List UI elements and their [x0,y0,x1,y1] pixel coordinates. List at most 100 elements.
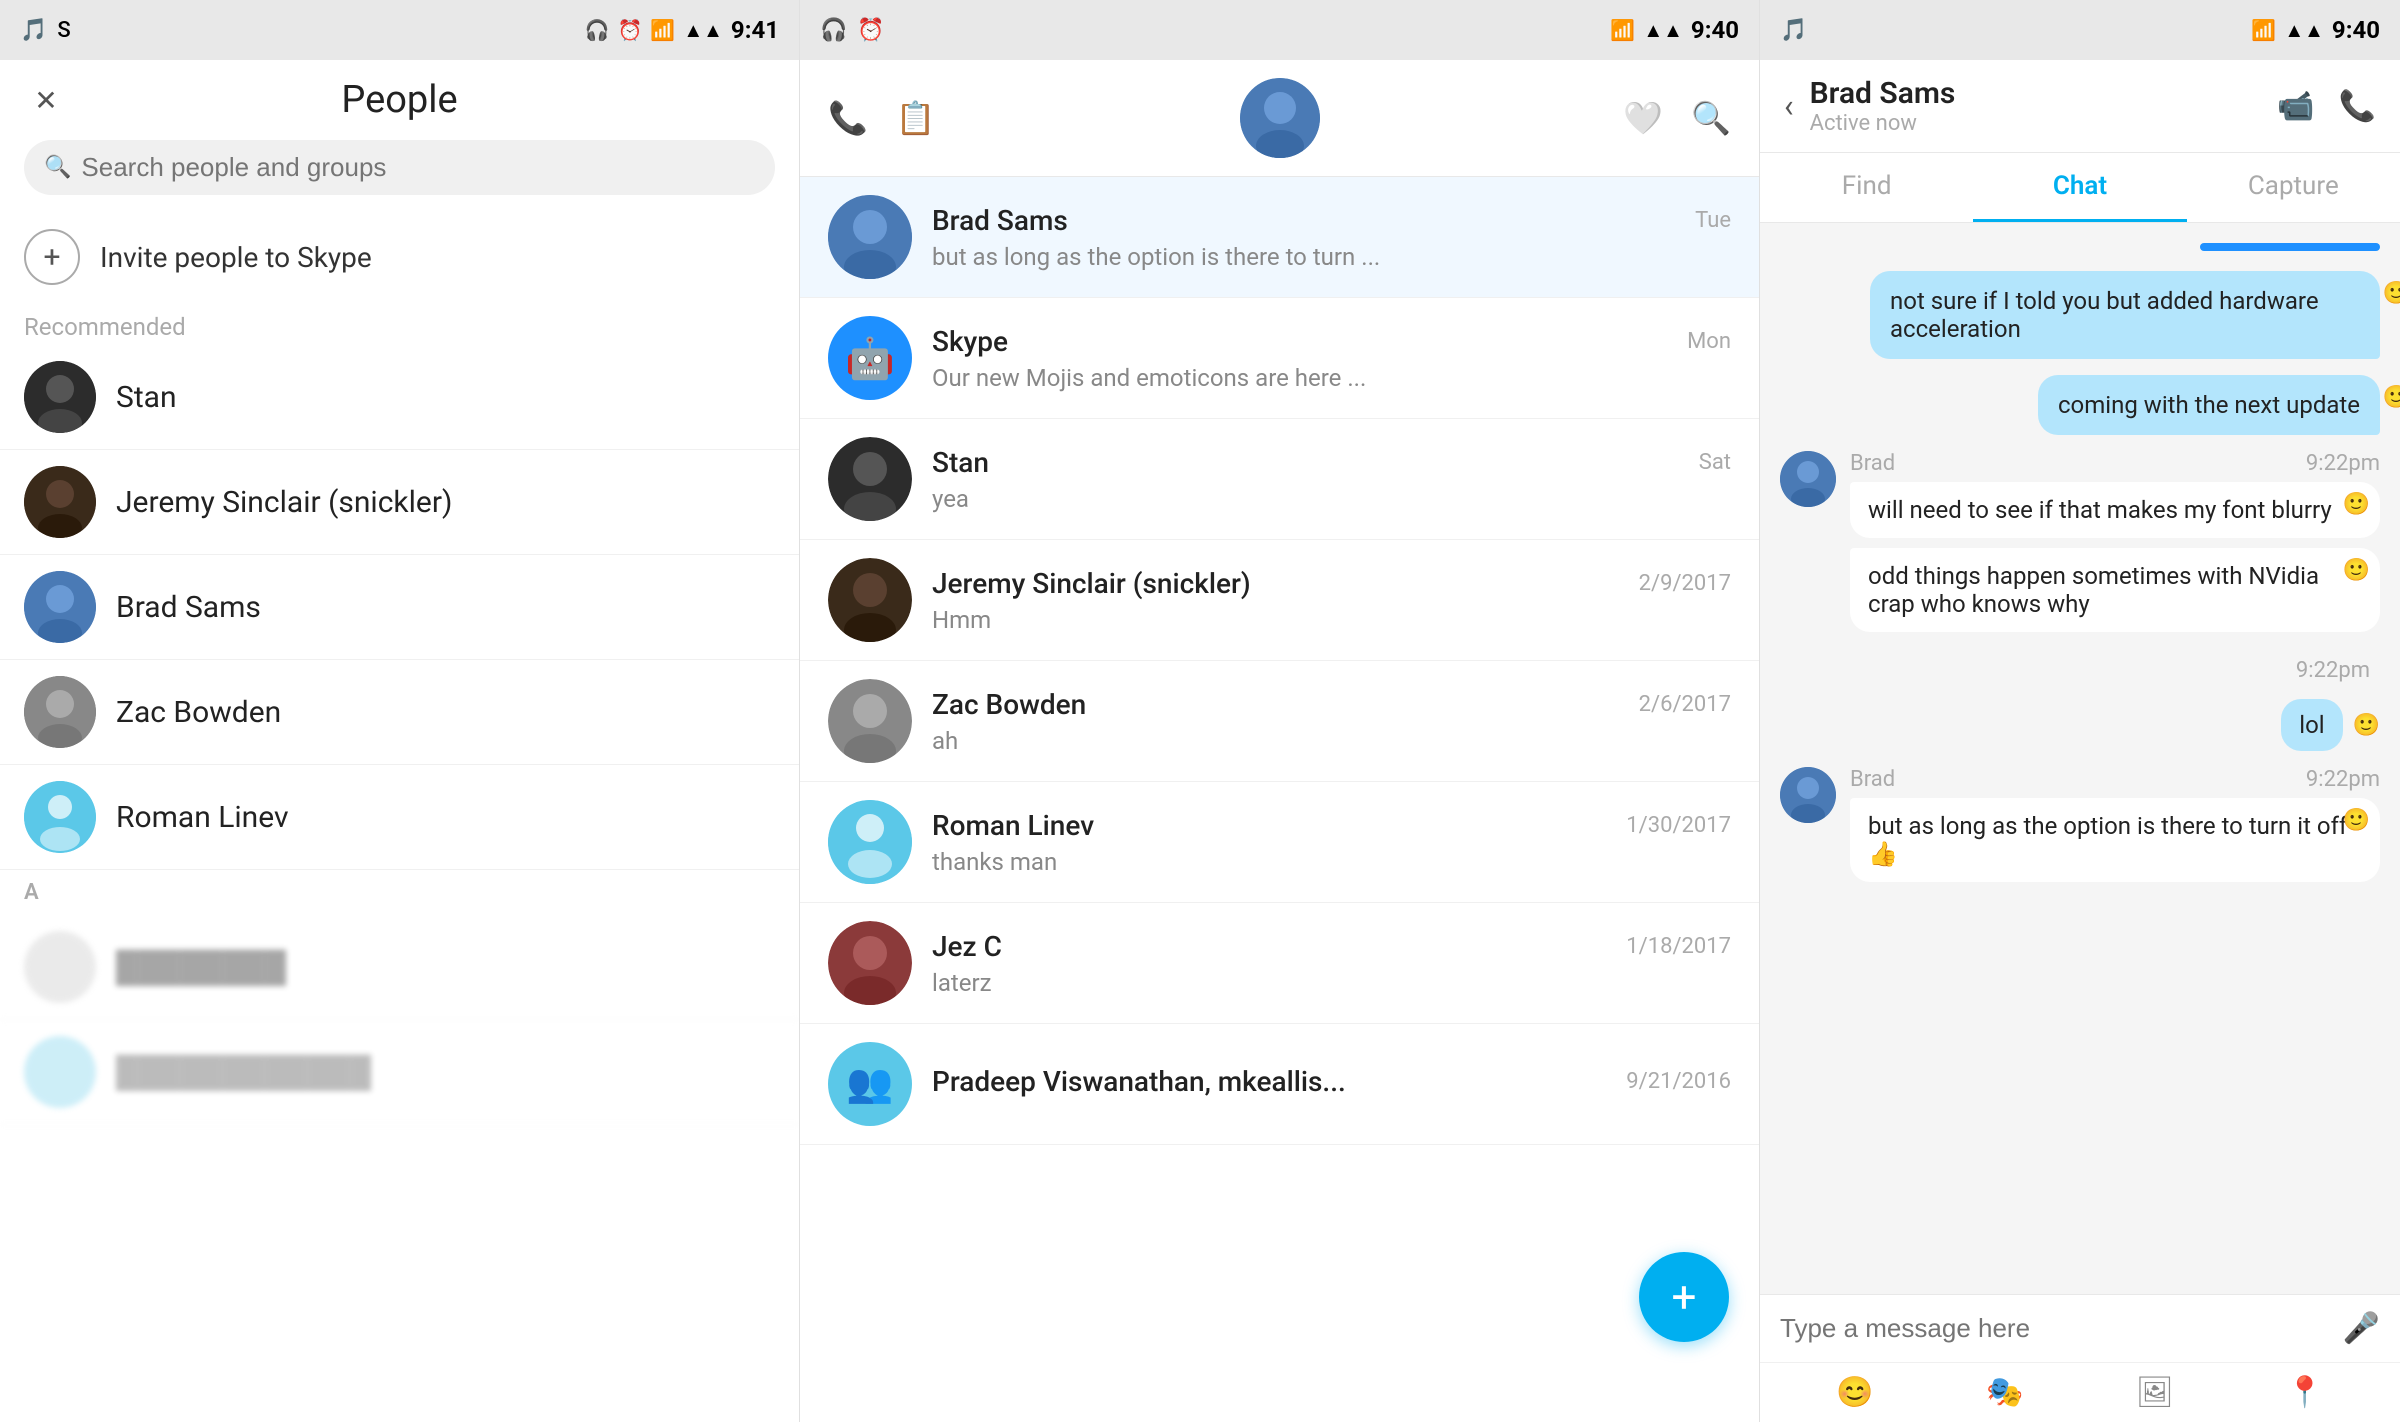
chat-item-zac[interactable]: Zac Bowden 2/6/2017 ah [800,661,1759,782]
chat-item-skype[interactable]: 🤖 Skype Mon Our new Mojis and emoticons … [800,298,1759,419]
moji-toolbar-icon[interactable]: 🎭 [1986,1375,2023,1410]
people-title: People [88,78,711,122]
call-icon[interactable]: 📞 [828,99,868,137]
contact-item-brad[interactable]: Brad Sams [0,555,799,660]
fab-button[interactable]: + [1639,1252,1729,1342]
recommended-label: Recommended [0,303,799,345]
spotify-icon-3: 🎵 [1780,18,1807,43]
chat-item-pradeep[interactable]: 👥 Pradeep Viswanathan, mkeallis... 9/21/… [800,1024,1759,1145]
wifi-icon-2: 📶 [1610,18,1635,42]
chat-messages: not sure if I told you but added hardwar… [1760,223,2400,1294]
reaction-icon-1[interactable]: 🙂 [2383,281,2400,306]
reaction-font[interactable]: 🙂 [2343,492,2370,517]
status-time-chat: 9:40 [2332,16,2380,44]
chatlist-header: 📞 📋 🤍 🔍 [800,60,1759,177]
video-icon[interactable]: 📹 [2277,89,2314,124]
chat-item-brad[interactable]: Brad Sams Tue but as long as the option … [800,177,1759,298]
contact-item-zac[interactable]: Zac Bowden [0,660,799,765]
chat-name-row-jezc: Jez C 1/18/2017 [932,930,1731,963]
reaction-icon-2[interactable]: 🙂 [2383,385,2400,410]
msg-bubble-option: but as long as the option is there to tu… [1850,798,2380,882]
chat-input-bar: 🎤 [1760,1294,2400,1362]
msg-text-font: will need to see if that makes my font b… [1868,496,2332,524]
chat-info-stan: Stan Sat yea [932,446,1731,513]
location-toolbar-icon[interactable]: 📍 [2286,1375,2323,1410]
chat-avatar-roman [828,800,912,884]
avatar-stan [24,361,96,433]
brad-avatar-msg-2 [1780,767,1836,823]
user-avatar-center[interactable] [1240,78,1320,158]
header-icons-right: 🤍 🔍 [1623,99,1731,137]
status-bar-people: 🎵 S 🎧 ⏰ 📶 ▲▲ 9:41 [0,0,799,60]
chat-item-jeremy[interactable]: Jeremy Sinclair (snickler) 2/9/2017 Hmm [800,540,1759,661]
msg-sent-lol: lol [2281,699,2342,751]
chat-item-roman[interactable]: Roman Linev 1/30/2017 thanks man [800,782,1759,903]
tab-find[interactable]: Find [1760,153,1973,222]
chat-time-brad: Tue [1695,208,1731,233]
contact-name-roman: Roman Linev [116,800,289,835]
msg-text-option: but as long as the option is there to tu… [1868,812,2347,868]
close-button[interactable]: ✕ [24,78,68,122]
section-a-label: A [0,870,799,915]
reaction-nvidia[interactable]: 🙂 [2343,558,2370,583]
chat-name-pradeep: Pradeep Viswanathan, mkeallis... [932,1065,1346,1098]
chat-name-jezc: Jez C [932,930,1002,963]
avatar-zac [24,676,96,748]
invite-row[interactable]: + Invite people to Skype [0,211,799,303]
search-input[interactable] [81,152,755,183]
search-icon-chat[interactable]: 🔍 [1691,99,1731,137]
contact-item-jeremy[interactable]: Jeremy Sinclair (snickler) [0,450,799,555]
contact-item-blurred-1[interactable]: ████████ [0,915,799,1020]
status-bar-left-2: 🎧 ⏰ [820,18,885,43]
contact-item-stan[interactable]: Stan [0,345,799,450]
chat-name-zac: Zac Bowden [932,688,1086,721]
contacts-icon[interactable]: 📋 [896,99,936,137]
back-button[interactable]: ‹ [1784,87,1794,125]
reaction-option[interactable]: 🙂 [2343,808,2370,833]
chat-name-row-brad: Brad Sams Tue [932,204,1731,237]
chat-item-stan[interactable]: Stan Sat yea [800,419,1759,540]
message-input[interactable] [1780,1313,2331,1344]
emoji-toolbar-icon[interactable]: 😊 [1836,1375,1873,1410]
heart-icon[interactable]: 🤍 [1623,99,1663,137]
msg-sent-update: coming with the next update 🙂 [2038,375,2380,435]
tab-chat[interactable]: Chat [1973,153,2186,222]
mic-icon[interactable]: 🎤 [2343,1311,2380,1346]
chat-time-stan: Sat [1699,450,1731,475]
chat-name-row-stan: Stan Sat [932,446,1731,479]
reaction-lol[interactable]: 🙂 [2353,713,2380,738]
chat-name-roman: Roman Linev [932,809,1094,842]
brad-msg-meta-1: Brad 9:22pm [1850,451,2380,476]
msg-bubble-font: will need to see if that makes my font b… [1850,482,2380,538]
contact-item-blurred-2[interactable]: ████████████ [0,1020,799,1125]
chat-name-skype: Skype [932,325,1008,358]
chat-name-row-jeremy: Jeremy Sinclair (snickler) 2/9/2017 [932,567,1731,600]
contact-name-brad: Brad Sams [116,590,261,625]
avatar-blurred-2 [24,1036,96,1108]
search-bar[interactable]: 🔍 [24,140,775,195]
chat-tabs: Find Chat Capture [1760,153,2400,223]
tab-capture[interactable]: Capture [2187,153,2400,222]
phone-icon[interactable]: 📞 [2339,89,2376,124]
wifi-icon-3: 📶 [2251,18,2276,42]
brad-msg-content-1: Brad 9:22pm will need to see if that mak… [1850,451,2380,642]
chat-info-jezc: Jez C 1/18/2017 laterz [932,930,1731,997]
header-icons-left: 📞 📋 [828,99,936,137]
msg-row-lol: lol 🙂 [1780,699,2380,751]
status-time-people: 9:41 [731,16,779,44]
chat-item-jezc[interactable]: Jez C 1/18/2017 laterz [800,903,1759,1024]
alarm-icon: ⏰ [618,18,643,42]
contact-item-roman[interactable]: Roman Linev [0,765,799,870]
chat-avatar-brad [828,195,912,279]
panel-people: 🎵 S 🎧 ⏰ 📶 ▲▲ 9:41 ✕ People 🔍 + Invite pe… [0,0,800,1422]
image-toolbar-icon[interactable]: 🖼 [2136,1375,2174,1410]
brad-sender-1: Brad [1850,451,1895,476]
msg-text-hardware: not sure if I told you but added hardwar… [1890,287,2319,343]
chat-avatar-stan [828,437,912,521]
avatar-brad [24,571,96,643]
chat-time-jezc: 1/18/2017 [1626,934,1731,959]
avatar-jeremy [24,466,96,538]
chatlist-body: Brad Sams Tue but as long as the option … [800,177,1759,1422]
time-label-922: 9:22pm [2296,658,2370,683]
chatlist-scroll[interactable]: Brad Sams Tue but as long as the option … [800,177,1759,1145]
